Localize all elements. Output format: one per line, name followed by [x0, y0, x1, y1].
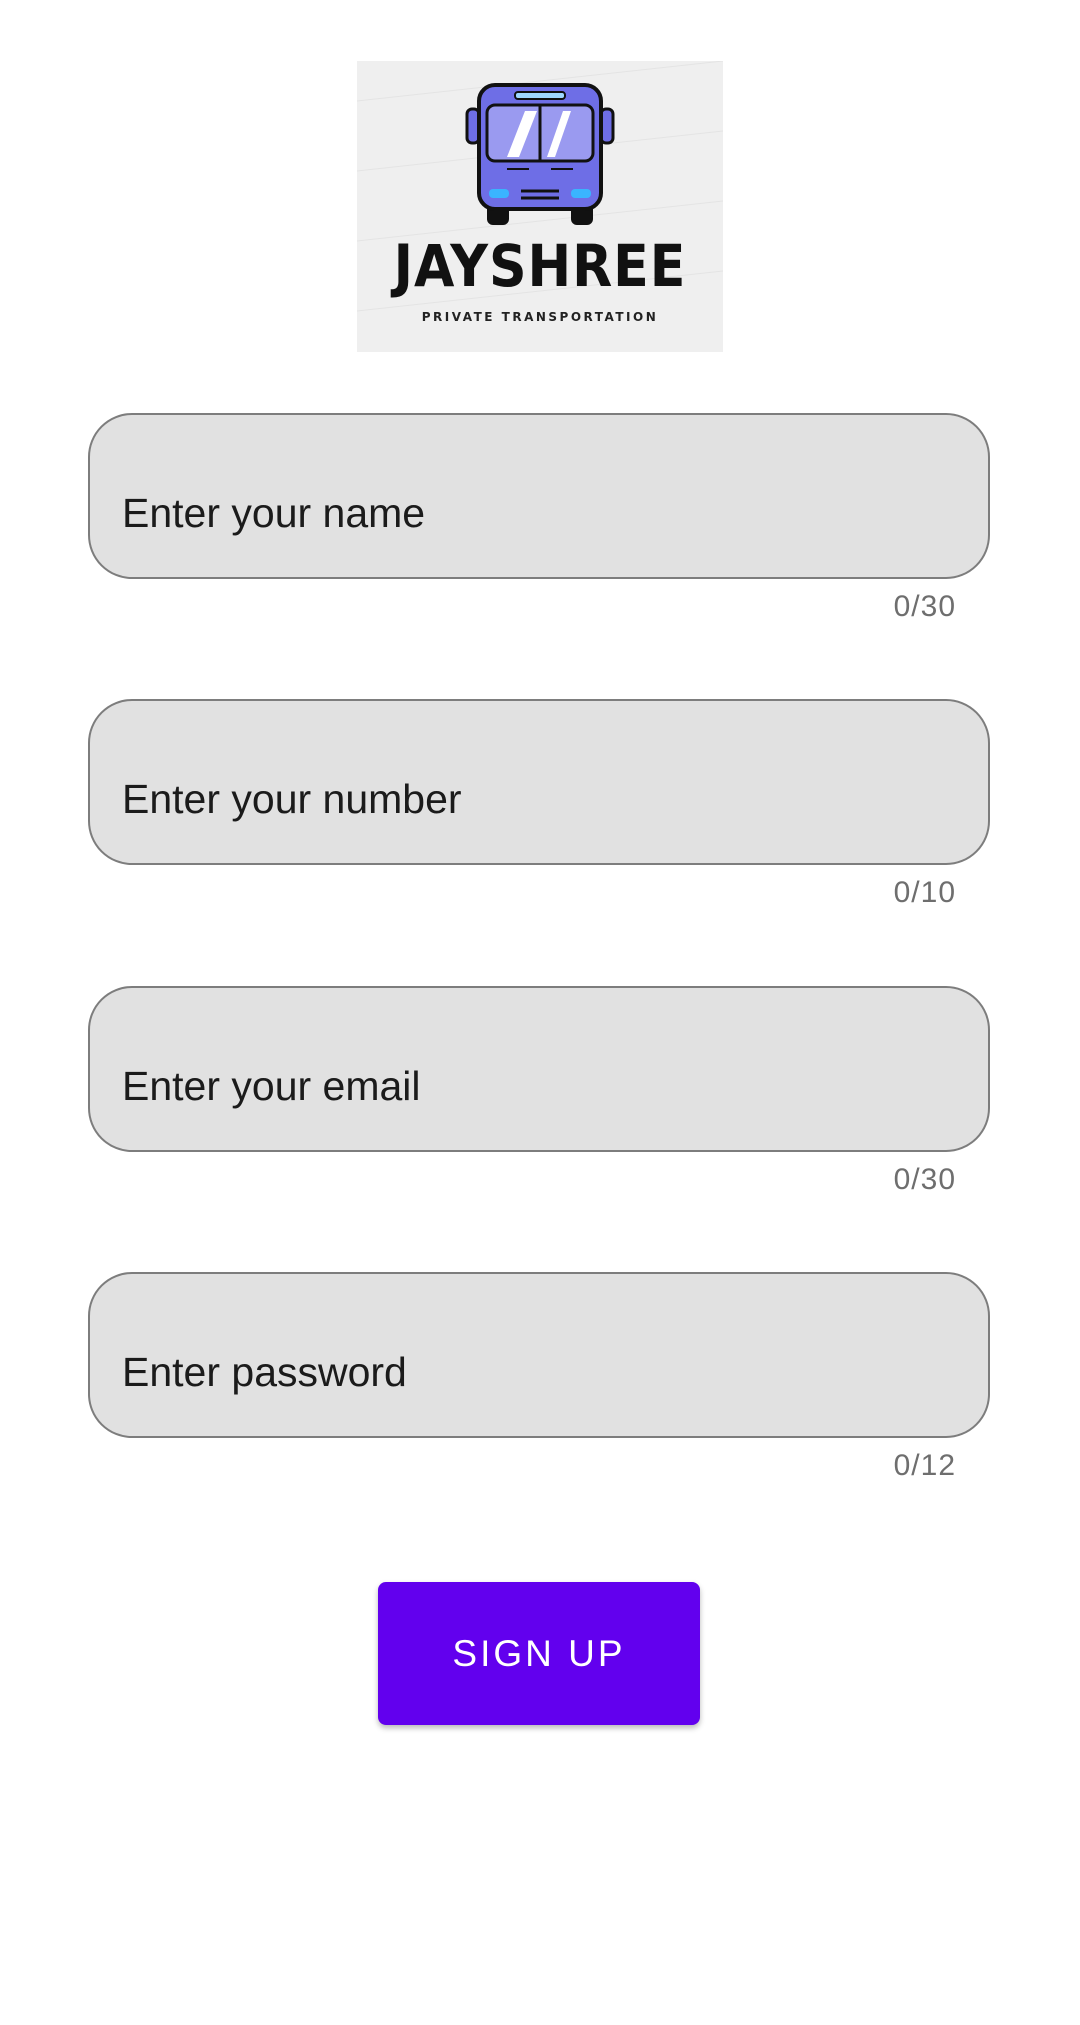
email-field-placeholder: Enter your email [122, 1063, 421, 1109]
number-field-placeholder: Enter your number [122, 776, 462, 822]
name-char-counter: 0/30 [893, 590, 956, 623]
password-field[interactable]: Enter password [88, 1272, 990, 1438]
password-field-placeholder: Enter password [122, 1349, 407, 1395]
name-field[interactable]: Enter your name [88, 413, 990, 579]
password-char-counter: 0/12 [893, 1449, 956, 1482]
email-field[interactable]: Enter your email [88, 986, 990, 1152]
app-logo: JAYSHREE PRIVATE TRANSPORTATION [357, 61, 723, 352]
email-char-counter: 0/30 [893, 1163, 956, 1196]
brand-name: JAYSHREE [393, 232, 687, 300]
number-field[interactable]: Enter your number [88, 699, 990, 865]
sign-up-button[interactable]: SIGN UP [378, 1582, 700, 1725]
bus-icon [357, 61, 723, 312]
name-field-placeholder: Enter your name [122, 490, 426, 536]
brand-tagline: PRIVATE TRANSPORTATION [421, 310, 659, 324]
number-char-counter: 0/10 [893, 876, 956, 909]
